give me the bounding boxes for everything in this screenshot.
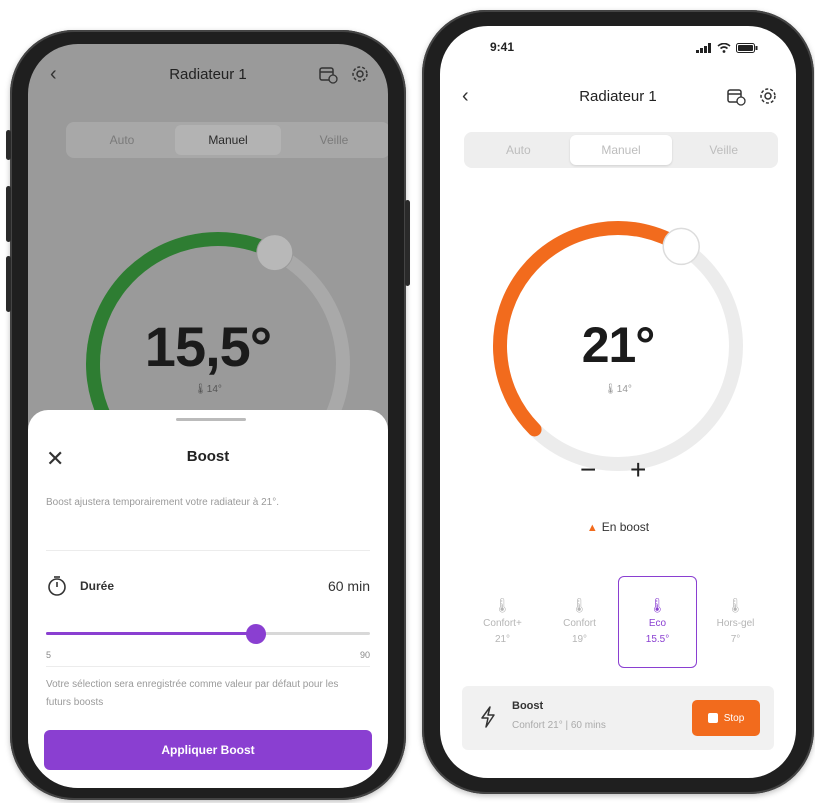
preset-name: Confort (563, 618, 596, 629)
stop-label: Stop (723, 712, 745, 724)
power-button (405, 200, 410, 286)
mute-switch (6, 130, 11, 160)
current-temperature: 21° (581, 317, 656, 373)
preset-name: Confort+ (483, 618, 522, 629)
preset-eco[interactable]: 🌡 Eco 15.5° (618, 576, 697, 668)
apply-boost-button[interactable]: Appliquer Boost (44, 730, 372, 770)
slider-fill (46, 632, 256, 635)
boost-status: ▲ En boost (440, 520, 796, 534)
slider-min-label: 5 (46, 650, 52, 660)
left-screen: ‹ Radiateur 1 Auto Manuel Veille 15,5° 🌡… (28, 44, 388, 788)
room-temperature: 🌡14° (604, 384, 632, 395)
increase-button[interactable]: + (630, 454, 646, 486)
slider-handle[interactable] (245, 624, 266, 644)
duration-value: 60 min (327, 578, 370, 594)
boost-status-label: En boost (601, 520, 650, 534)
signal-icon (696, 43, 711, 53)
boost-card-subtitle: Confort 21° | 60 mins (512, 720, 606, 731)
wifi-icon (717, 43, 731, 53)
decrease-button[interactable]: − (580, 454, 596, 486)
boost-card: Boost Confort 21° | 60 mins Stop (462, 686, 774, 750)
slider-range-labels: 5 90 (46, 650, 370, 660)
gear-icon[interactable] (758, 86, 778, 106)
calendar-icon[interactable] (726, 86, 746, 106)
mode-auto[interactable]: Auto (467, 135, 570, 165)
current-temperature: 15,5° (144, 315, 272, 378)
preset-name: Hors-gel (716, 618, 755, 629)
slider-max-label: 90 (359, 650, 370, 660)
room-temperature: 🌡14° (194, 384, 222, 395)
sheet-title: Boost (186, 448, 230, 465)
mode-veille[interactable]: Veille (281, 125, 387, 155)
mode-manuel[interactable]: Manuel (569, 135, 673, 165)
status-bar: 9:41 (440, 40, 796, 60)
header: ‹ Radiateur 1 (440, 76, 796, 116)
preset-value: 15.5° (645, 634, 670, 645)
mode-auto[interactable]: Auto (69, 125, 175, 155)
calendar-icon[interactable] (318, 64, 338, 84)
divider (46, 550, 370, 551)
flame-icon: ▲ (586, 522, 598, 534)
duration-row: Durée 60 min (46, 574, 370, 598)
boost-card-title: Boost (512, 700, 544, 712)
eco-thermometer-icon: 🌡 (648, 597, 667, 613)
mode-veille[interactable]: Veille (672, 135, 775, 165)
mode-selector: Auto Manuel Veille (66, 122, 388, 158)
stop-boost-button[interactable]: Stop (692, 700, 760, 736)
dial-knob[interactable] (662, 227, 700, 266)
boost-description: Boost ajustera temporairement votre radi… (46, 497, 280, 508)
preset-confort[interactable]: 🌡 Confort 19° (541, 576, 618, 668)
divider (46, 666, 370, 667)
sheet-handle[interactable] (176, 418, 246, 421)
right-screen: 9:41 ‹ Radiateur 1 Auto Manuel Veille 21… (440, 26, 796, 778)
preset-hors-gel[interactable]: 🌡 Hors-gel 7° (697, 576, 774, 668)
volume-up-button (6, 186, 11, 242)
preset-value: 19° (571, 634, 588, 645)
stop-icon (707, 713, 718, 723)
default-note: Votre sélection sera enregistrée comme v… (46, 679, 339, 708)
frost-thermometer-icon: 🌡 (726, 597, 745, 613)
status-time: 9:41 (490, 40, 515, 54)
preset-name: Eco (648, 618, 667, 629)
lightning-icon (481, 706, 495, 728)
right-phone-frame: 9:41 ‹ Radiateur 1 Auto Manuel Veille 21… (422, 10, 814, 794)
left-phone-frame: ‹ Radiateur 1 Auto Manuel Veille 15,5° 🌡… (6, 30, 410, 800)
mode-selector: Auto Manuel Veille (464, 132, 778, 168)
duration-slider[interactable] (46, 624, 370, 644)
thermometer-icon: 🌡 (570, 597, 589, 613)
preset-value: 21° (494, 634, 511, 645)
mode-manuel[interactable]: Manuel (175, 125, 281, 155)
boost-sheet: ✕ Boost Boost ajustera temporairement vo… (28, 410, 388, 788)
header: ‹ Radiateur 1 (28, 54, 388, 94)
thermometer-plus-icon: 🌡 (493, 597, 512, 613)
preset-value: 7° (730, 634, 741, 645)
timer-icon (48, 576, 66, 596)
volume-down-button (6, 256, 11, 312)
gear-icon[interactable] (350, 64, 370, 84)
preset-list: 🌡 Confort+ 21° 🌡 Confort 19° 🌡 Eco 15.5°… (464, 576, 774, 668)
duration-label: Durée (80, 579, 115, 593)
battery-icon (736, 43, 758, 53)
dial-knob[interactable] (256, 234, 294, 272)
preset-confort-plus[interactable]: 🌡 Confort+ 21° (464, 576, 541, 668)
